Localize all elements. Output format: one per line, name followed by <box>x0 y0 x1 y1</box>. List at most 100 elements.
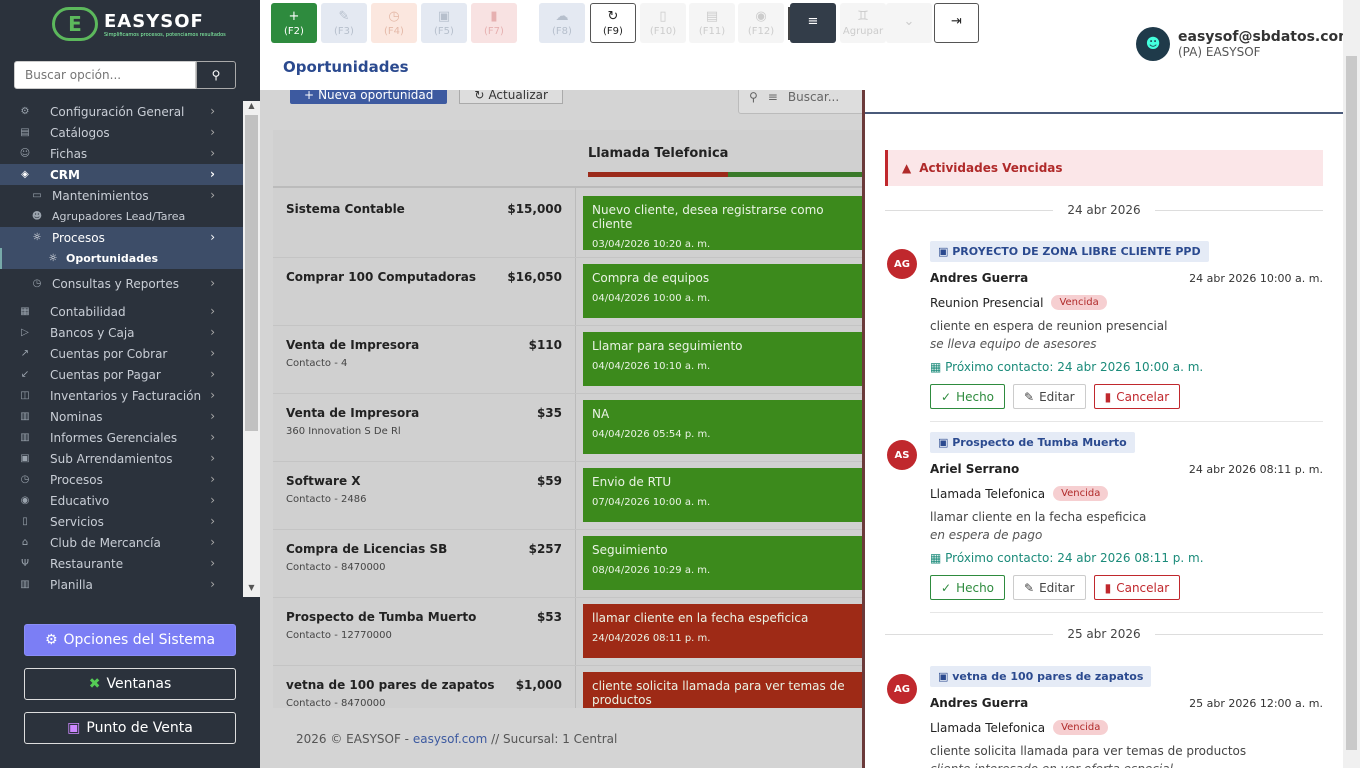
opportunity-name: Compra de Licencias SB <box>286 542 448 556</box>
column-progress <box>588 172 864 177</box>
opportunity-row[interactable]: Venta de Impresora Contacto - 4 $110 Llamar… <box>273 326 864 394</box>
edit-button[interactable]: ✎ Editar <box>1013 384 1086 409</box>
edit-button[interactable]: ✎ (F3) <box>321 3 367 43</box>
opportunity-row[interactable]: Software X Contacto - 2486 $59 Envio de RTU… <box>273 462 864 530</box>
chevron-right-icon: › <box>210 556 215 570</box>
sidebar-item-agrupadores[interactable]: ☻ Agrupadores Lead/Tarea <box>0 206 243 227</box>
sidebar-item-inventarios[interactable]: ◫ Inventarios y Facturación › <box>0 385 243 406</box>
page-scrollbar[interactable] <box>1343 0 1360 768</box>
sidebar-item-arrendamientos[interactable]: ▣ Sub Arrendamientos › <box>0 448 243 469</box>
f12-button[interactable]: ◉ (F12) <box>738 3 784 43</box>
cloud-button[interactable]: ☁ (F8) <box>539 3 585 43</box>
activity-card[interactable]: Llamar para seguimiento 04/04/2026 10:10 … <box>583 332 864 386</box>
column-header: Llamada Telefonica <box>273 130 864 188</box>
sidebar-item-fichas[interactable]: ☺ Fichas › <box>0 143 243 164</box>
system-options-button[interactable]: ⚙ Opciones del Sistema <box>24 624 236 656</box>
activity-project-link[interactable]: ▣ vetna de 100 pares de zapatos <box>930 666 1152 687</box>
scrollbar-thumb[interactable] <box>1346 56 1357 750</box>
cancel-button[interactable]: ▮ Cancelar <box>1093 384 1181 409</box>
new-opportunity-button[interactable]: + Nueva oportunidad <box>290 90 448 104</box>
activity-card[interactable]: NA 04/04/2026 05:54 p. m. <box>583 400 864 454</box>
sidebar-item-planilla[interactable]: ▥ Planilla › <box>0 574 243 595</box>
sidebar-item-club[interactable]: ⌂ Club de Mercancía › <box>0 532 243 553</box>
chevron-down-icon: ⌄ <box>903 14 915 29</box>
board-search[interactable]: ⚲ ≡ Buscar... <box>738 90 864 114</box>
activities-panel: ▲ Actividades Vencidas 24 abr 2026 AG ▣ PR… <box>865 90 1343 768</box>
opportunity-amount: $53 <box>536 610 562 624</box>
f10-button[interactable]: ▯ (F10) <box>640 3 686 43</box>
exit-button[interactable]: ⇥ <box>934 3 979 43</box>
bulb-icon: ◉ <box>20 495 30 506</box>
activity-card[interactable]: Compra de equipos 04/04/2026 10:00 a. m. <box>583 264 864 318</box>
search-icon: ⚲ <box>211 68 221 82</box>
save-button[interactable]: ▣ (F5) <box>421 3 467 43</box>
sidebar-item-mantenimientos[interactable]: ▭ Mantenimientos › <box>0 185 243 206</box>
trash-icon: ▮ <box>490 8 498 24</box>
sidebar-item-bancos[interactable]: ▷ Bancos y Caja › <box>0 322 243 343</box>
sidebar-item-catalogos[interactable]: ▤ Catálogos › <box>0 122 243 143</box>
sidebar-item-label: Nominas <box>50 409 103 424</box>
opportunity-row[interactable]: Comprar 100 Computadoras $16,050 Compra de… <box>273 258 864 326</box>
scroll-up-icon[interactable]: ▲ <box>243 101 260 115</box>
binoculars-icon: ♊ <box>857 8 869 24</box>
sidebar-item-consultas[interactable]: ◷ Consultas y Reportes › <box>0 273 243 294</box>
sidebar-item-cobrar[interactable]: ↗ Cuentas por Cobrar › <box>0 343 243 364</box>
activity-project-link[interactable]: ▣ PROYECTO DE ZONA LIBRE CLIENTE PPD <box>930 241 1209 262</box>
sidebar-item-restaurante[interactable]: Ψ Restaurante › <box>0 553 243 574</box>
sidebar-scrollbar[interactable]: ▲ ▼ <box>243 101 260 597</box>
scrollbar-thumb[interactable] <box>245 115 258 431</box>
avatar[interactable]: ☻ <box>1136 27 1170 61</box>
group-dropdown[interactable]: ⌄ <box>886 3 932 43</box>
sidebar-item-procesos-crm[interactable]: ☼ Procesos › <box>0 227 243 248</box>
windows-button[interactable]: ✖ Ventanas <box>24 668 236 700</box>
refresh-board-button[interactable]: ↻ Actualizar <box>459 90 563 104</box>
opportunity-contact: Contacto - 8470000 <box>286 562 386 573</box>
sidebar-item-contabilidad[interactable]: ▦ Contabilidad › <box>0 301 243 322</box>
chevron-right-icon: › <box>210 276 215 290</box>
sidebar-item-servicios[interactable]: ▯ Servicios › <box>0 511 243 532</box>
edit-button[interactable]: ✎ Editar <box>1013 575 1086 600</box>
cancel-button[interactable]: ▮ Cancelar <box>1093 575 1181 600</box>
done-button[interactable]: ✓ Hecho <box>930 575 1006 600</box>
sidebar-item-procesos[interactable]: ◷ Procesos › <box>0 469 243 490</box>
refresh-icon: ↻ <box>607 8 619 24</box>
sidebar-item-crm[interactable]: ◈ CRM › <box>0 164 243 185</box>
refresh-board-label: Actualizar <box>488 90 548 102</box>
delete-button[interactable]: ▮ (F7) <box>471 3 517 43</box>
sidebar-item-label: Catálogos <box>50 125 110 140</box>
activity-project-link[interactable]: ▣ Prospecto de Tumba Muerto <box>930 432 1135 453</box>
group-button[interactable]: ♊ Agrupar <box>840 3 886 43</box>
pos-button[interactable]: ▣ Punto de Venta <box>24 712 236 744</box>
activity-card[interactable]: llamar cliente en la fecha espeficica 24/… <box>583 604 864 658</box>
sidebar-item-informes[interactable]: ▥ Informes Gerenciales › <box>0 427 243 448</box>
opportunity-row[interactable]: Sistema Contable $15,000 Nuevo cliente, de… <box>273 190 864 258</box>
history-button[interactable]: ◷ (F4) <box>371 3 417 43</box>
scroll-down-icon[interactable]: ▼ <box>243 583 260 597</box>
f11-button[interactable]: ▤ (F11) <box>689 3 735 43</box>
sidebar-item-educativo[interactable]: ◉ Educativo › <box>0 490 243 511</box>
sidebar-item-configuracion[interactable]: ⚙ Configuración General › <box>0 101 243 122</box>
footer-link[interactable]: easysof.com <box>413 732 487 746</box>
sidebar-search-button[interactable]: ⚲ <box>196 61 236 89</box>
activity-card[interactable]: Envio de RTU 07/04/2026 10:00 a. m. <box>583 468 864 522</box>
done-button[interactable]: ✓ Hecho <box>930 384 1006 409</box>
opportunity-row[interactable]: Compra de Licencias SB Contacto - 8470000… <box>273 530 864 598</box>
board-actions: + Nueva oportunidad ↻ Actualizar <box>290 90 563 106</box>
sidebar-item-label: Bancos y Caja <box>50 325 135 340</box>
filter-button[interactable]: ≡ <box>790 3 836 43</box>
opportunity-row[interactable]: Prospecto de Tumba Muerto Contacto - 1277… <box>273 598 864 666</box>
user-info[interactable]: ☻ easysof@sbdatos.com (PA) EASYSOF <box>1136 27 1353 61</box>
sidebar-item-nominas[interactable]: ▥ Nominas › <box>0 406 243 427</box>
trend-down-icon: ↙ <box>20 369 30 380</box>
activity-card[interactable]: Nuevo cliente, desea registrarse como cl… <box>583 196 864 250</box>
opportunity-row[interactable]: Venta de Impresora 360 Innovation S De Rl… <box>273 394 864 462</box>
sidebar-search-input[interactable] <box>14 61 196 89</box>
activity-datetime: 24 abr 2026 10:00 a. m. <box>1189 272 1323 285</box>
pencil-icon: ✎ <box>1024 580 1035 595</box>
activity-card[interactable]: Seguimiento 08/04/2026 10:29 a. m. <box>583 536 864 590</box>
new-button[interactable]: + (F2) <box>271 3 317 43</box>
refresh-button[interactable]: ↻ (F9) <box>590 3 636 43</box>
sidebar-item-oportunidades[interactable]: ☼ Oportunidades <box>0 248 243 269</box>
sidebar-item-pagar[interactable]: ↙ Cuentas por Pagar › <box>0 364 243 385</box>
delete-key: (F7) <box>484 25 504 37</box>
